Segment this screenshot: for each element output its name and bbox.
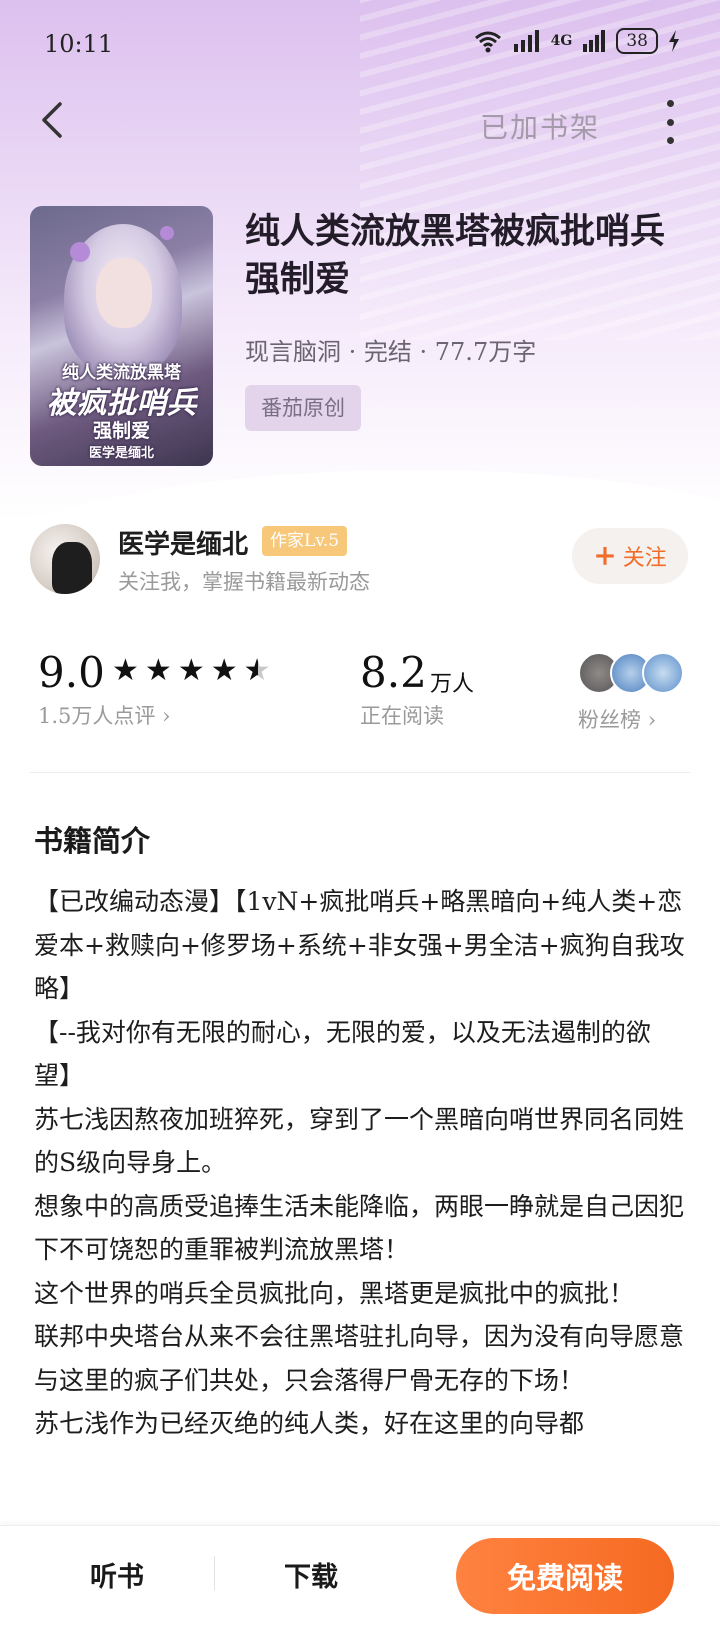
readers-label: 正在阅读 <box>360 704 444 728</box>
bottom-divider <box>214 1556 215 1590</box>
plus-icon: + <box>593 539 617 572</box>
intro-paragraph: 苏七浅因熬夜加班猝死，穿到了一个黑暗向哨世界同名同姓的S级向导身上。 <box>34 1104 685 1178</box>
rating-count: 1.5万人点评 <box>38 704 156 728</box>
intro-heading: 书籍简介 <box>34 824 151 858</box>
status-icons: 4G 38 <box>473 28 680 54</box>
author-avatar[interactable] <box>30 524 100 594</box>
author-name[interactable]: 医学是缅北 <box>118 524 248 561</box>
cover-author: 医学是缅北 <box>88 446 154 461</box>
author-level-badge: 作家Lv.5 <box>262 526 348 556</box>
follow-label: 关注 <box>622 546 667 571</box>
star-icon: ★ <box>210 653 238 688</box>
signal-4g-icon <box>583 30 606 52</box>
star-icon: ★ <box>177 653 205 688</box>
intro-paragraph: 【--我对你有无限的耐心，无限的爱，以及无法遏制的欲望】 <box>34 1017 651 1091</box>
fan-avatar <box>642 652 684 694</box>
free-read-label: 免费阅读 <box>506 1561 623 1595</box>
wifi-icon <box>474 31 501 53</box>
book-meta: 现言脑洞 · 完结 · 77.7万字 <box>245 338 537 366</box>
charging-icon <box>669 30 679 52</box>
intro-paragraph: 苏七浅作为已经灭绝的纯人类，好在这里的向导都 <box>34 1409 585 1438</box>
added-to-shelf-button[interactable]: 已加书架 <box>480 106 600 146</box>
fans-label: 粉丝榜 <box>578 708 641 732</box>
book-cover[interactable]: 纯人类流放黑塔 被疯批哨兵 强制爱 医学是缅北 <box>30 206 213 466</box>
author-subtitle: 关注我，掌握书籍最新动态 <box>118 570 370 594</box>
signal-icon <box>513 30 539 52</box>
chevron-right-icon: › <box>162 704 171 728</box>
rating-count-link[interactable]: 1.5万人点评 › <box>38 700 171 730</box>
readers-count: 8.2 <box>360 648 427 697</box>
intro-paragraph: 想象中的高质受追捧生活未能降临，两眼一睁就是自己因犯下不可饶恕的重罪被判流放黑塔… <box>34 1191 685 1265</box>
listen-button[interactable]: 听书 <box>90 1555 144 1594</box>
status-bar: 10:11 4G 38 <box>0 0 720 90</box>
status-time: 10:11 <box>44 30 114 58</box>
more-options-icon[interactable] <box>660 100 680 144</box>
half-star-icon: ★ <box>244 654 271 689</box>
intro-body[interactable]: 【已改编动态漫】【1vN+疯批哨兵+略黑暗向+纯人类+恋爱本+救赎向+修罗场+系… <box>34 880 686 1525</box>
divider <box>30 772 690 773</box>
battery-indicator: 38 <box>616 28 658 54</box>
header-wave <box>0 470 720 520</box>
book-title: 纯人类流放黑塔被疯批哨兵强制爱 <box>245 211 666 300</box>
star-icon: ★ <box>144 653 172 688</box>
book-tag: 番茄原创 <box>245 385 361 431</box>
rating-stars: ★ ★ ★ ★ ★ <box>112 653 271 689</box>
network-type-label: 4G <box>550 33 573 49</box>
cover-title-line3: 强制爱 <box>92 420 150 442</box>
readers-unit: 万人 <box>430 672 475 697</box>
intro-paragraph: 联邦中央塔台从来不会往黑塔驻扎向导，因为没有向导愿意与这里的疯子们共处，只会落得… <box>34 1322 685 1395</box>
fans-ranking-link[interactable]: 粉丝榜 › <box>578 704 656 734</box>
star-icon: ★ <box>112 653 139 688</box>
follow-button[interactable]: + 关注 <box>572 528 688 584</box>
download-button[interactable]: 下载 <box>284 1555 338 1594</box>
chevron-right-icon: › <box>647 708 657 732</box>
rating-score: 9.0 <box>38 648 105 697</box>
back-arrow-icon[interactable] <box>34 100 74 140</box>
intro-paragraph: 【已改编动态漫】【1vN+疯批哨兵+略黑暗向+纯人类+恋爱本+救赎向+修罗场+系… <box>34 887 685 1003</box>
intro-paragraph: 这个世界的哨兵全员疯批向，黑塔更是疯批中的疯批！ <box>34 1278 635 1308</box>
fans-avatars[interactable] <box>578 652 684 694</box>
free-read-button[interactable]: 免费阅读 <box>456 1538 674 1614</box>
